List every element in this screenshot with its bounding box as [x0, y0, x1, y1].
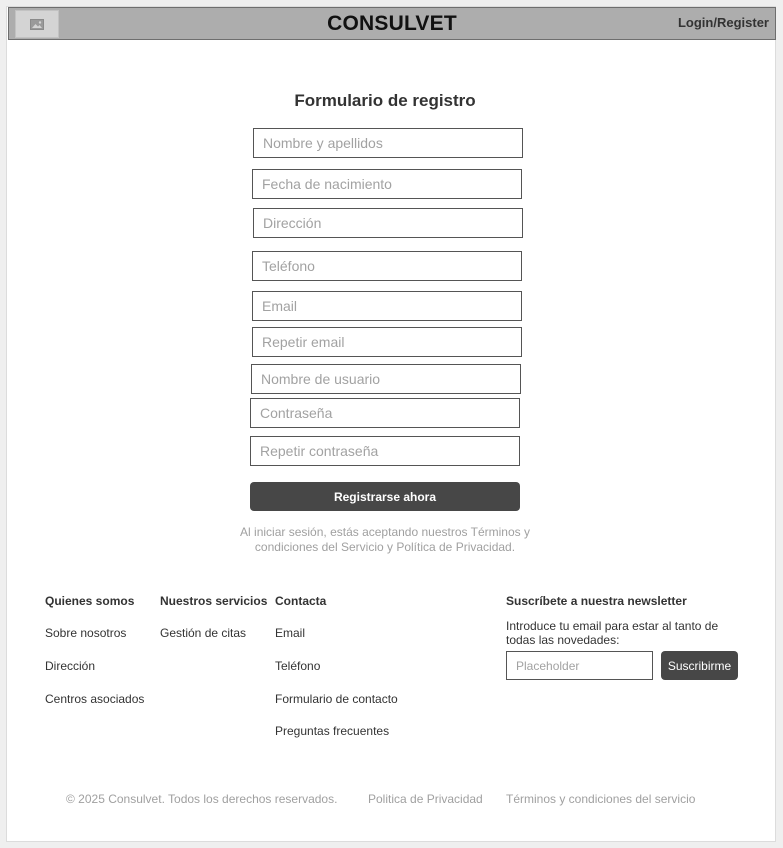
birthdate-field[interactable] [252, 169, 522, 199]
subscribe-button[interactable]: Suscribirme [661, 651, 738, 680]
header-bar: CONSULVET Login/Register [8, 7, 776, 40]
newsletter-heading: Suscríbete a nuestra newsletter [506, 594, 687, 608]
phone-field[interactable] [252, 251, 522, 281]
legal-note: Al iniciar sesión, estás aceptando nuest… [240, 525, 530, 554]
footer-link-contact-form[interactable]: Formulario de contacto [275, 692, 398, 706]
footer-link-phone[interactable]: Teléfono [275, 659, 320, 673]
footer-link-about-us[interactable]: Sobre nosotros [45, 626, 126, 640]
username-field[interactable] [251, 364, 521, 394]
copyright-text: © 2025 Consulvet. Todos los derechos res… [66, 792, 338, 806]
brand-title: CONSULVET [327, 12, 457, 35]
terms-link[interactable]: Términos y condiciones del servicio [506, 792, 695, 806]
footer-link-appointments[interactable]: Gestión de citas [160, 626, 246, 640]
footer-link-partner-centers[interactable]: Centros asociados [45, 692, 144, 706]
form-title: Formulario de registro [294, 91, 476, 110]
newsletter-text: Introduce tu email para estar al tanto d… [506, 619, 719, 647]
footer-heading-services: Nuestros servicios [160, 594, 268, 608]
register-button[interactable]: Registrarse ahora [250, 482, 520, 511]
email-field[interactable] [252, 291, 522, 321]
password-field[interactable] [250, 398, 520, 428]
login-register-link[interactable]: Login/Register [678, 15, 769, 30]
page: CONSULVET Login/Register Formulario de r… [6, 6, 776, 842]
footer-link-address[interactable]: Dirección [45, 659, 95, 673]
address-field[interactable] [253, 208, 523, 238]
privacy-policy-link[interactable]: Politica de Privacidad [368, 792, 483, 806]
footer-link-email[interactable]: Email [275, 626, 305, 640]
footer-link-faq[interactable]: Preguntas frecuentes [275, 724, 389, 738]
footer-heading-about: Quienes somos [45, 594, 135, 608]
fullname-field[interactable] [253, 128, 523, 158]
repeat-email-field[interactable] [252, 327, 522, 357]
newsletter-email-input[interactable] [506, 651, 653, 680]
repeat-password-field[interactable] [250, 436, 520, 466]
footer-heading-contact: Contacta [275, 594, 327, 608]
